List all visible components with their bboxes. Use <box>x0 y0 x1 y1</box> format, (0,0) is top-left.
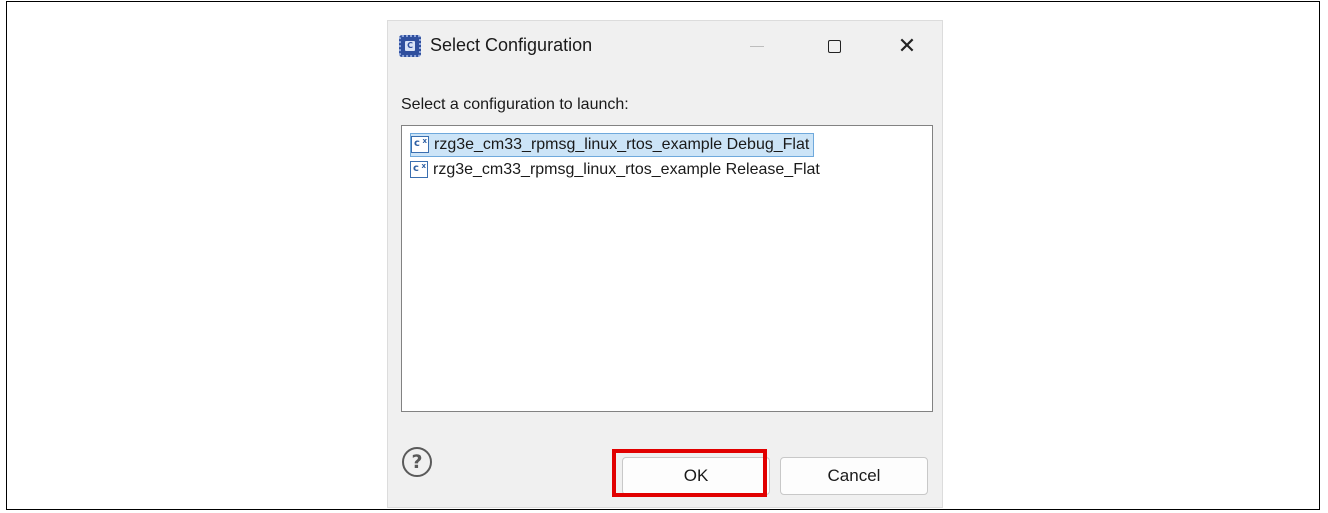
list-item-release-flat[interactable]: c rzg3e_cm33_rpmsg_linux_rtos_example Re… <box>410 158 824 182</box>
cancel-button[interactable]: Cancel <box>780 457 928 495</box>
close-button[interactable]: ✕ <box>885 27 929 65</box>
list-item-label: rzg3e_cm33_rpmsg_linux_rtos_example Debu… <box>434 136 810 153</box>
select-configuration-dialog: C Select Configuration ✕ Select a config… <box>387 20 943 508</box>
help-icon[interactable]: ? <box>402 447 432 477</box>
app-icon: C <box>399 35 421 57</box>
c-config-icon: c <box>410 159 430 179</box>
title-bar: C Select Configuration ✕ <box>388 21 942 71</box>
ok-button[interactable]: OK <box>622 457 770 495</box>
close-icon: ✕ <box>897 33 917 59</box>
configuration-list[interactable]: c rzg3e_cm33_rpmsg_linux_rtos_example De… <box>401 125 933 412</box>
maximize-button[interactable] <box>812 27 856 65</box>
list-item-label: rzg3e_cm33_rpmsg_linux_rtos_example Rele… <box>433 161 820 178</box>
maximize-icon <box>827 39 841 53</box>
c-config-icon: c <box>411 134 431 154</box>
prompt-label: Select a configuration to launch: <box>401 96 629 113</box>
minimize-icon <box>750 45 764 47</box>
list-item-debug-flat[interactable]: c rzg3e_cm33_rpmsg_linux_rtos_example De… <box>410 133 815 157</box>
dialog-title: Select Configuration <box>430 35 593 55</box>
minimize-button[interactable] <box>735 27 779 65</box>
